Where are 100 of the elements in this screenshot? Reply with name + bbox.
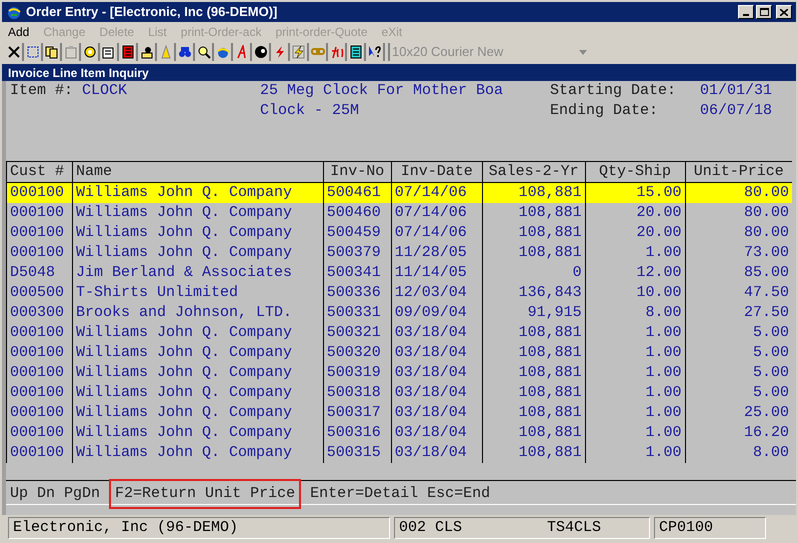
table-row[interactable]: 000100 Williams John Q. Company 500316 03/18/04 108,881 1.00 16.20 xyxy=(6,423,792,443)
table-cell: 91,915 xyxy=(482,303,586,323)
table-row[interactable]: 000100 Williams John Q. Company 500461 07/14/06 108,881 15.00 80.00 xyxy=(6,182,792,203)
table-cell: 000100 xyxy=(6,343,72,363)
maximize-button[interactable] xyxy=(756,5,772,19)
table-cell: T-Shirts Unlimited xyxy=(72,283,324,303)
table-cell: 03/18/04 xyxy=(391,343,482,363)
table-cell: 0 xyxy=(482,263,586,283)
table-cell: 5.00 xyxy=(685,363,792,383)
close-button[interactable] xyxy=(776,5,792,19)
table-row[interactable]: 000100 Williams John Q. Company 500460 07/14/06 108,881 20.00 80.00 xyxy=(6,203,792,223)
table-cell: Williams John Q. Company xyxy=(72,323,324,343)
starting-date-label: Starting Date: xyxy=(550,81,678,101)
minimize-button[interactable] xyxy=(738,5,754,19)
starting-date-value: 01/01/31 xyxy=(700,81,772,101)
paste-icon xyxy=(64,45,78,59)
close-icon xyxy=(7,45,21,59)
table-cell: Williams John Q. Company xyxy=(72,443,324,463)
toolbar-button[interactable] xyxy=(291,43,309,61)
key-hint: Up xyxy=(10,484,28,504)
table-cell: Williams John Q. Company xyxy=(72,423,324,443)
key-hint: Enter=Detail xyxy=(310,484,418,504)
table-cell: 5.00 xyxy=(685,323,792,343)
table-cell: 03/18/04 xyxy=(391,423,482,443)
toolbar-button[interactable] xyxy=(6,43,24,61)
table-cell: 1.00 xyxy=(585,243,685,263)
table-row[interactable]: D5048 Jim Berland & Associates 500341 11/14/05 0 12.00 85.00 xyxy=(6,263,792,283)
table-cell: D5048 xyxy=(6,263,72,283)
table-cell: 000100 xyxy=(6,423,72,443)
toolbar-button[interactable] xyxy=(367,43,385,61)
toolbar-button[interactable] xyxy=(196,43,214,61)
table-cell: Jim Berland & Associates xyxy=(72,263,324,283)
menu-item[interactable]: Add xyxy=(8,23,30,41)
table-cell: 12.00 xyxy=(585,263,685,283)
ending-date-value: 06/07/18 xyxy=(700,101,772,121)
table-cell: Williams John Q. Company xyxy=(72,363,324,383)
item-label: Item #: xyxy=(10,81,74,101)
table-cell: 108,881 xyxy=(482,383,586,403)
status-code: 002 CLS xyxy=(399,518,464,538)
table-cell: 000100 xyxy=(6,443,72,463)
table-cell: 8.00 xyxy=(585,303,685,323)
toolbar-button[interactable] xyxy=(139,43,157,61)
list-icon xyxy=(121,45,135,59)
table-cell: 000100 xyxy=(6,403,72,423)
toolbar-button[interactable] xyxy=(253,43,271,61)
table-row[interactable]: 000100 Williams John Q. Company 500319 03/18/04 108,881 1.00 5.00 xyxy=(6,363,792,383)
table-cell: 07/14/06 xyxy=(391,182,482,203)
panel-title: Invoice Line Item Inquiry xyxy=(8,64,149,82)
table-cell: 11/14/05 xyxy=(391,263,482,283)
table-cell: Williams John Q. Company xyxy=(72,343,324,363)
table-cell: Brooks and Johnson, LTD. xyxy=(72,303,324,323)
close-icon xyxy=(780,8,788,16)
table-row[interactable]: 000100 Williams John Q. Company 500317 03/18/04 108,881 1.00 25.00 xyxy=(6,403,792,423)
table-cell: 108,881 xyxy=(482,323,586,343)
table-row[interactable]: 000100 Williams John Q. Company 500320 03/18/04 108,881 1.00 5.00 xyxy=(6,343,792,363)
table-row[interactable]: 000100 Williams John Q. Company 500459 07/14/06 108,881 20.00 80.00 xyxy=(6,223,792,243)
table-cell: 16.20 xyxy=(685,423,792,443)
table-cell: 12/03/04 xyxy=(391,283,482,303)
copy-icon xyxy=(45,45,59,59)
table-cell: 1.00 xyxy=(585,383,685,403)
table-cell: 5.00 xyxy=(685,343,792,363)
table-cell: 07/14/06 xyxy=(391,203,482,223)
table-cell: 85.00 xyxy=(685,263,792,283)
status-program: CP0100 xyxy=(654,517,766,539)
table-cell: 1.00 xyxy=(585,403,685,423)
toolbar-button[interactable] xyxy=(348,43,366,61)
table-cell: 15.00 xyxy=(585,182,685,203)
table-cell: 500460 xyxy=(323,203,392,223)
toolbar-button[interactable] xyxy=(120,43,138,61)
toolbar-button[interactable] xyxy=(25,43,43,61)
table-cell: 000100 xyxy=(6,182,72,203)
table-cell: 1.00 xyxy=(585,323,685,343)
toolbar-button[interactable] xyxy=(177,43,195,61)
table-row[interactable]: 000500 T-Shirts Unlimited 500336 12/03/04 136,843 10.00 47.50 xyxy=(6,283,792,303)
status-terminal: TS4CLS xyxy=(547,518,602,538)
toolbar-button[interactable] xyxy=(82,43,100,61)
table-cell: 108,881 xyxy=(482,203,586,223)
table-row[interactable]: 000300 Brooks and Johnson, LTD. 500331 09/09/04 91,915 8.00 27.50 xyxy=(6,303,792,323)
table-cell: 500317 xyxy=(323,403,392,423)
table-cell: 1.00 xyxy=(585,343,685,363)
table-row[interactable]: 000100 Williams John Q. Company 500321 03/18/04 108,881 1.00 5.00 xyxy=(6,323,792,343)
item-description: 25 Meg Clock For Mother Boa xyxy=(260,81,504,101)
table-cell: 108,881 xyxy=(482,243,586,263)
form-icon xyxy=(102,45,116,59)
toolbar-button[interactable] xyxy=(44,43,62,61)
table-cell: 500459 xyxy=(323,223,392,243)
table-cell: 000100 xyxy=(6,203,72,223)
table-row[interactable]: 000100 Williams John Q. Company 500379 11/28/05 108,881 1.00 73.00 xyxy=(6,243,792,263)
table-cell: 20.00 xyxy=(585,203,685,223)
table-cell: 500336 xyxy=(323,283,392,303)
table-row[interactable]: 000100 Williams John Q. Company 500318 03/18/04 108,881 1.00 5.00 xyxy=(6,383,792,403)
table-cell: 000100 xyxy=(6,383,72,403)
table-cell: 108,881 xyxy=(482,403,586,423)
table-cell: 1.00 xyxy=(585,363,685,383)
table-cell: 500316 xyxy=(323,423,392,443)
table-cell: 500379 xyxy=(323,243,392,263)
toolbar-button[interactable] xyxy=(101,43,119,61)
table-row[interactable]: 000100 Williams John Q. Company 500315 03/18/04 108,881 1.00 8.00 xyxy=(6,443,792,463)
table-cell: 000500 xyxy=(6,283,72,303)
table-cell: 09/09/04 xyxy=(391,303,482,323)
